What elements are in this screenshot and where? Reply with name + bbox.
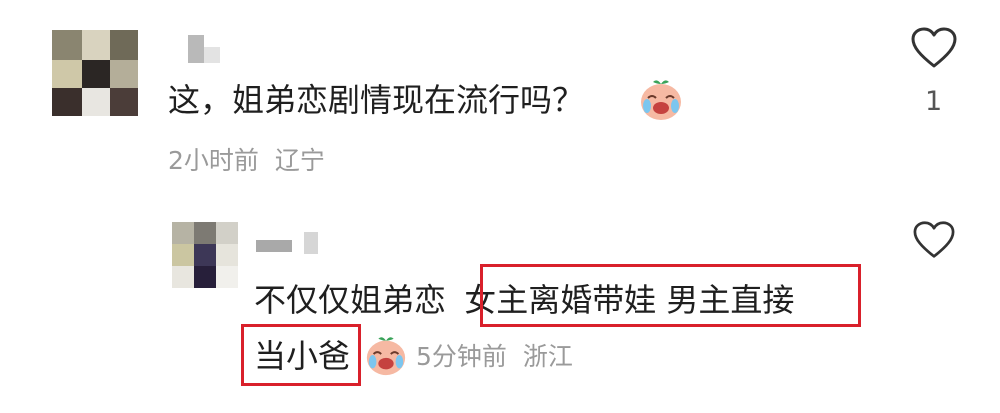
comment-text: 这，姐弟恋剧情现在流行吗？ — [168, 81, 585, 119]
comment-time: 2小时前 — [168, 146, 259, 175]
heart-outline-icon — [911, 27, 957, 68]
reply-time: 5分钟前 — [416, 342, 507, 371]
replier-avatar[interactable] — [172, 222, 238, 288]
commenter-avatar[interactable] — [52, 30, 138, 116]
comment-like-count: 1 — [925, 86, 943, 117]
replier-name-blurred[interactable] — [256, 232, 336, 256]
comment-meta: 2小时前 辽宁 — [168, 145, 325, 177]
reply-location: 浙江 — [522, 342, 573, 371]
laughing-crying-face-emoji — [364, 333, 408, 377]
heart-outline-icon — [913, 221, 955, 258]
commenter-name-blurred[interactable] — [188, 35, 228, 65]
reply-like-button[interactable] — [912, 220, 956, 260]
highlight-box-1 — [480, 264, 861, 327]
comment-location: 辽宁 — [274, 146, 325, 175]
comment-like-button[interactable] — [910, 26, 958, 70]
laughing-crying-face-emoji — [638, 76, 684, 122]
reply-meta: 5分钟前 浙江 — [416, 341, 573, 373]
highlight-box-2 — [241, 324, 361, 386]
